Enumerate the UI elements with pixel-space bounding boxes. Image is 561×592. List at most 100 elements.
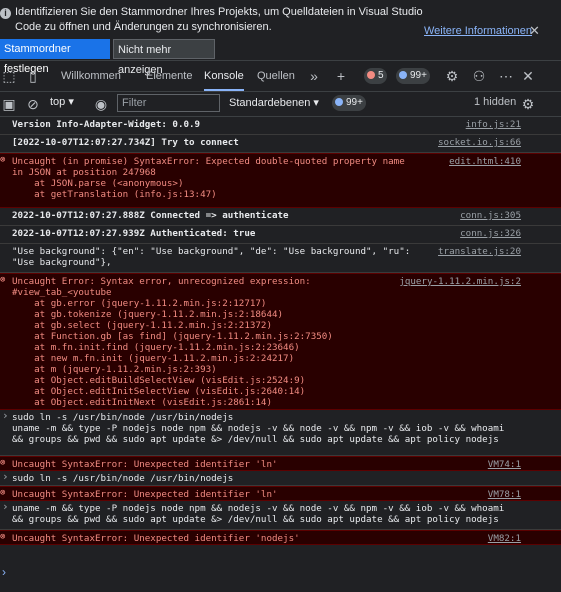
message-line: at Function.gb [as find] (jquery-1.11.2.… <box>12 331 333 342</box>
dont-show-again-button[interactable]: Nicht mehr anzeigen <box>113 39 215 76</box>
hidden-count: 1 hidden <box>474 96 517 108</box>
tab-sources[interactable]: Quellen <box>257 61 295 91</box>
tab-console[interactable]: Konsole <box>204 61 244 91</box>
error-message: Uncaught Error: Syntax error, unrecogniz… <box>0 273 561 410</box>
close-icon[interactable]: ✕ <box>529 23 540 39</box>
set-root-folder-button[interactable]: Stammordner festlegen <box>0 39 110 75</box>
message-line: [2022-10-07T12:07:27.734Z] Try to connec… <box>12 137 239 148</box>
message-text: 2022-10-07T12:07:27.888Z Connected => au… <box>12 210 289 221</box>
source-link[interactable]: conn.js:305 <box>460 210 521 221</box>
message-text: Uncaught SyntaxError: Unexpected identif… <box>12 533 300 544</box>
console-input-echo: sudo ln -s /usr/bin/node /usr/bin/nodejs… <box>0 410 561 456</box>
message-text: 2022-10-07T12:07:27.939Z Authenticated: … <box>12 228 255 239</box>
message-text: sudo ln -s /usr/bin/node /usr/bin/nodejs… <box>12 412 504 445</box>
message-line: at m (jquery-1.11.2.min.js:2:393) <box>12 364 217 375</box>
context-select[interactable]: top ▾ <box>50 95 74 108</box>
inspect-element-icon[interactable]: ⬚ <box>0 67 18 85</box>
message-line: at m.fn.init.find (jquery-1.11.2.min.js:… <box>12 342 300 353</box>
clear-console-icon[interactable]: ⊘ <box>24 95 42 113</box>
source-link[interactable]: VM82:1 <box>488 533 521 544</box>
message-line: "Use background": {"en": "Use background… <box>12 246 411 257</box>
message-line: at Object.editInitNext (visEdit.js:2861:… <box>12 397 272 408</box>
device-toolbar-icon[interactable]: ▯ <box>24 67 42 85</box>
tab-elements[interactable]: Elemente <box>146 61 192 91</box>
issues-count-badge[interactable]: 99+ <box>396 68 430 84</box>
log-message: "Use background": {"en": "Use background… <box>0 244 561 273</box>
log-levels-select[interactable]: Standardebenen ▾ <box>229 96 319 109</box>
more-options-icon[interactable]: ⋯ <box>497 67 515 85</box>
info-bar: i Identifizieren Sie den Stammordner Ihr… <box>0 0 561 76</box>
dropdown-arrow-icon: ▾ <box>68 96 74 108</box>
source-link[interactable]: VM74:1 <box>488 459 521 470</box>
message-line: Uncaught (in promise) SyntaxError: Expec… <box>12 156 405 167</box>
learn-more-link[interactable]: Weitere Informationen <box>424 25 532 37</box>
customize-icon[interactable]: ⚇ <box>470 67 488 85</box>
console-prompt-icon[interactable]: › <box>2 565 6 579</box>
source-link[interactable]: conn.js:326 <box>460 228 521 239</box>
message-line: Uncaught SyntaxError: Unexpected identif… <box>12 533 300 544</box>
message-line: Uncaught Error: Syntax error, unrecogniz… <box>12 276 311 287</box>
message-line: && groups && pwd && sudo apt update &> /… <box>12 434 499 445</box>
message-line: "Use background"}, <box>12 257 112 268</box>
message-line: && groups && pwd && sudo apt update &> /… <box>12 514 499 525</box>
message-line: Uncaught SyntaxError: Unexpected identif… <box>12 459 278 470</box>
issues-icon <box>399 71 407 79</box>
message-text: Uncaught Error: Syntax error, unrecogniz… <box>12 276 333 408</box>
message-line: at new m.fn.init (jquery-1.11.2.min.js:2… <box>12 353 295 364</box>
info-message: Identifizieren Sie den Stammordner Ihres… <box>15 6 423 33</box>
issues-count-badge[interactable]: 99+ <box>332 95 366 111</box>
message-line: at getTranslation (info.js:13:47) <box>12 189 217 200</box>
console-output[interactable]: Version Info-Adapter-Widget: 0.0.9 info.j… <box>0 117 561 592</box>
dropdown-arrow-icon: ▾ <box>313 97 319 109</box>
source-link[interactable]: jquery-1.11.2.min.js:2 <box>399 276 521 287</box>
message-line: uname -m && type -P nodejs node npm && n… <box>12 423 505 434</box>
console-input-echo: sudo ln -s /usr/bin/node /usr/bin/nodejs <box>0 471 561 486</box>
console-toolbar: ▣ ⊘ top ▾ ◉ Standardebenen ▾ 99+ 1 hidde… <box>0 92 561 117</box>
error-message: Uncaught (in promise) SyntaxError: Expec… <box>0 153 561 208</box>
error-icon <box>367 71 375 79</box>
log-message: [2022-10-07T12:07:27.734Z] Try to connec… <box>0 135 561 153</box>
log-message: 2022-10-07T12:07:27.888Z Connected => au… <box>0 208 561 226</box>
message-line: at gb.error (jquery-1.11.2.min.js:2:1271… <box>12 298 267 309</box>
error-message: Uncaught SyntaxError: Unexpected identif… <box>0 456 561 471</box>
log-message: Version Info-Adapter-Widget: 0.0.9 info.j… <box>0 117 561 135</box>
source-link[interactable]: socket.io.js:66 <box>438 137 521 148</box>
error-count-badge[interactable]: 5 <box>364 68 387 84</box>
source-link[interactable]: info.js:21 <box>466 119 521 130</box>
filter-input[interactable] <box>117 94 220 112</box>
more-tabs-icon[interactable]: » <box>305 67 323 85</box>
message-line: at gb.select (jquery-1.11.2.min.js:2:213… <box>12 320 272 331</box>
eye-icon[interactable]: ◉ <box>92 95 110 113</box>
message-text: Uncaught SyntaxError: Unexpected identif… <box>12 459 278 470</box>
message-line: uname -m && type -P nodejs node npm && n… <box>12 503 505 514</box>
source-link[interactable]: edit.html:410 <box>449 156 521 167</box>
console-input-echo: uname -m && type -P nodejs node npm && n… <box>0 501 561 530</box>
message-line: Version Info-Adapter-Widget: 0.0.9 <box>12 119 201 130</box>
error-message: Uncaught SyntaxError: Unexpected identif… <box>0 530 561 545</box>
console-settings-icon[interactable]: ⚙ <box>519 95 537 113</box>
message-text: sudo ln -s /usr/bin/node /usr/bin/nodejs <box>12 473 233 484</box>
info-icon: i <box>0 8 11 19</box>
sidebar-toggle-icon[interactable]: ▣ <box>0 95 18 113</box>
message-text: Uncaught SyntaxError: Unexpected identif… <box>12 489 278 500</box>
tab-welcome[interactable]: Willkommen <box>61 61 121 91</box>
message-text: uname -m && type -P nodejs node npm && n… <box>12 503 504 525</box>
source-link[interactable]: translate.js:20 <box>438 246 521 257</box>
error-message: Uncaught SyntaxError: Unexpected identif… <box>0 486 561 501</box>
issues-icon <box>335 98 343 106</box>
message-line: at Object.editInitSelectView (visEdit.js… <box>12 386 306 397</box>
message-text: [2022-10-07T12:07:27.734Z] Try to connec… <box>12 137 239 148</box>
message-line: at gb.tokenize (jquery-1.11.2.min.js:2:1… <box>12 309 284 320</box>
message-line: 2022-10-07T12:07:27.888Z Connected => au… <box>12 210 289 221</box>
close-devtools-icon[interactable]: ✕ <box>519 67 537 85</box>
devtools-tab-bar: ⬚ ▯ Willkommen Elemente Konsole Quellen … <box>0 61 561 92</box>
message-line: Uncaught SyntaxError: Unexpected identif… <box>12 489 278 500</box>
message-line: in JSON at position 247968 <box>12 167 156 178</box>
message-line: sudo ln -s /usr/bin/node /usr/bin/nodejs <box>12 412 234 423</box>
add-tab-icon[interactable]: + <box>332 67 350 85</box>
source-link[interactable]: VM78:1 <box>488 489 521 500</box>
message-text: Uncaught (in promise) SyntaxError: Expec… <box>12 156 405 200</box>
message-line: 2022-10-07T12:07:27.939Z Authenticated: … <box>12 228 256 239</box>
message-line: at JSON.parse (<anonymous>) <box>12 178 184 189</box>
gear-icon[interactable]: ⚙ <box>443 67 461 85</box>
